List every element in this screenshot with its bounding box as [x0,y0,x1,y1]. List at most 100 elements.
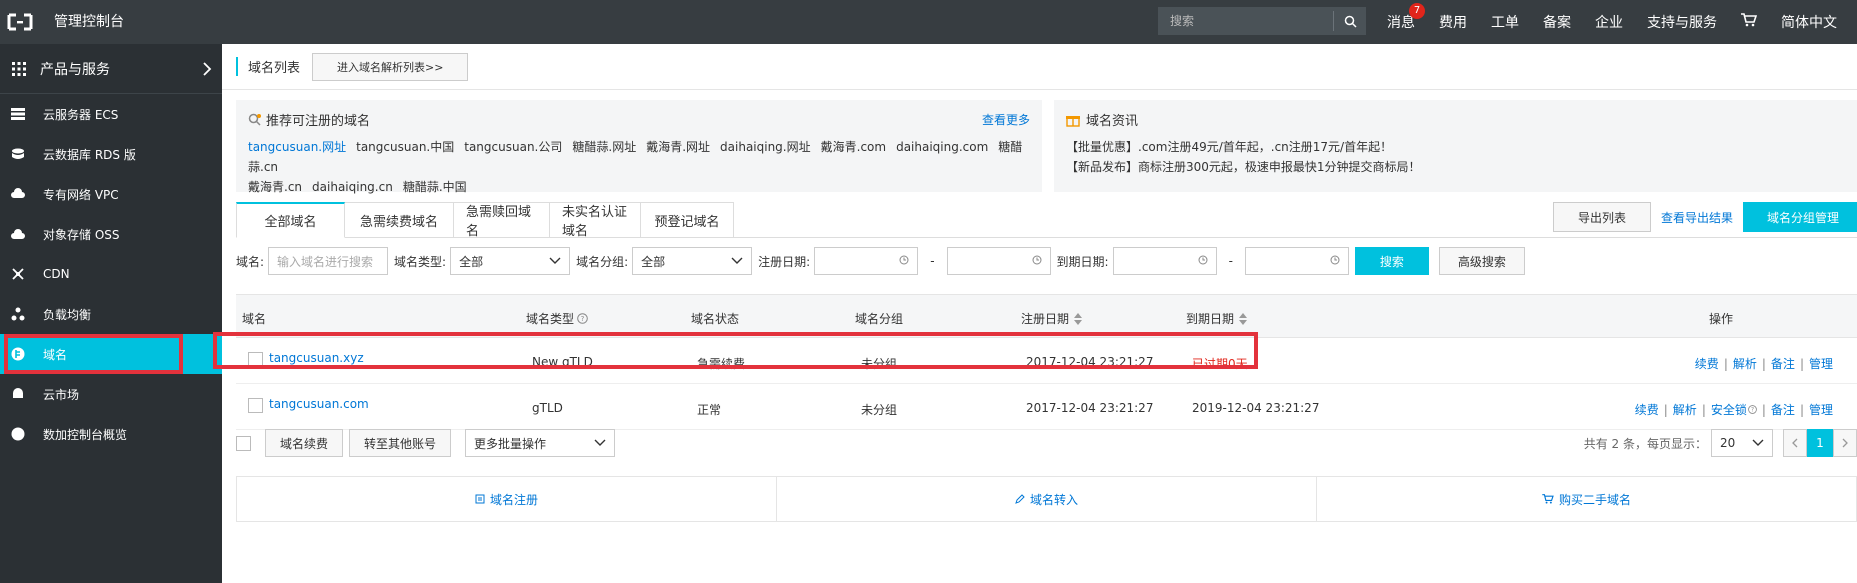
row-checkbox[interactable] [248,398,263,413]
sidebar-item-vpc[interactable]: 专有网络 VPC [0,174,222,214]
sidebar-item-market[interactable]: 云市场 [0,374,222,414]
sidebar-item-rds[interactable]: 云数据库 RDS 版 [0,134,222,174]
reg-date-start[interactable] [814,247,919,275]
news-item[interactable]: 【新品发布】商标注册300元起，极速申报最快1分钟提交商标局！ [1066,157,1845,177]
col-reg-date[interactable]: 注册日期 [1021,310,1083,327]
sidebar-item-dataplus[interactable]: 数加控制台概览 [0,414,222,454]
row-checkbox[interactable] [248,352,263,367]
recommend-domain[interactable]: 戴海青.网址 [646,140,710,154]
recommend-domain[interactable]: daihaiqing.网址 [720,140,811,154]
recommend-domain[interactable]: daihaiqing.com [896,140,988,154]
nav-icp[interactable]: 备案 [1543,12,1571,32]
view-more-link[interactable]: 查看更多 [982,111,1030,128]
next-page-button[interactable] [1833,429,1857,457]
search-button[interactable]: 搜索 [1354,247,1429,275]
sidebar-item-domain[interactable]: 域名 [0,334,222,374]
page-size-select[interactable]: 20 [1711,429,1773,457]
reg-date-end[interactable] [946,247,1051,275]
sidebar-item-ecs[interactable]: 云服务器 ECS [0,94,222,134]
batch-renew-button[interactable]: 域名续费 [265,429,344,457]
help-icon: ? [1748,405,1757,414]
news-card: 域名资讯 【批量优惠】.com注册49元/首年起，.cn注册17元/首年起！ 【… [1054,100,1857,192]
dns-list-button[interactable]: 进入域名解析列表>> [312,52,469,81]
sidebar-item-oss[interactable]: 对象存储 OSS [0,214,222,254]
reg-date-label: 注册日期: [758,254,811,269]
clock-icon [1032,255,1042,265]
resolve-link[interactable]: 解析 [1733,357,1757,371]
renew-link[interactable]: 续费 [1635,403,1659,417]
tab-renew-needed[interactable]: 急需续费域名 [345,202,454,238]
type-select[interactable]: 全部 [450,247,571,275]
top-nav: 消息 7 费用 工单 备案 企业 支持与服务 简体中文 [1375,0,1849,44]
nav-tickets[interactable]: 工单 [1491,12,1519,32]
quick-transfer-in[interactable]: 域名转入 [777,477,1317,521]
remark-link[interactable]: 备注 [1771,403,1795,417]
export-list-button[interactable]: 导出列表 [1552,202,1651,232]
page-number[interactable]: 1 [1807,429,1833,457]
chevron-down-icon [1752,439,1764,446]
chevron-right-icon [192,61,222,76]
nav-language[interactable]: 简体中文 [1781,12,1837,32]
news-item[interactable]: 【批量优惠】.com注册49元/首年起，.cn注册17元/首年起！ [1066,137,1845,157]
console-title[interactable]: 管理控制台 [54,11,124,31]
breadcrumb: 域名列表 进入域名解析列表>> [222,44,1857,90]
col-exp-date[interactable]: 到期日期 [1186,310,1248,327]
recommend-domain[interactable]: 糖醋蒜.网址 [572,140,636,154]
quick-buy-secondhand[interactable]: 购买二手域名 [1317,477,1856,521]
domain-link[interactable]: tangcusuan.xyz [269,351,364,365]
aliyun-logo-icon[interactable] [6,11,34,33]
nav-messages[interactable]: 消息 7 [1387,3,1425,32]
cart-icon[interactable] [1741,13,1758,31]
security-lock-link[interactable]: 安全锁? [1711,403,1757,417]
recommend-domain[interactable]: tangcusuan.公司 [464,140,562,154]
recommend-domain[interactable]: tangcusuan.中国 [356,140,454,154]
view-export-link[interactable]: 查看导出结果 [1661,209,1733,226]
nav-billing[interactable]: 费用 [1439,12,1467,32]
tab-redeem-needed[interactable]: 急需赎回域名 [454,202,550,239]
news-header: 域名资讯 [1066,110,1845,129]
news-title: 域名资讯 [1086,114,1139,129]
chevron-right-icon [1842,438,1848,448]
prev-page-button[interactable] [1783,429,1807,457]
recommend-domain[interactable]: 糖醋蒜.中国 [403,180,467,194]
clock-icon [1330,255,1340,265]
remark-link[interactable]: 备注 [1771,357,1795,371]
advanced-search-button[interactable]: 高级搜索 [1438,247,1525,275]
renew-link[interactable]: 续费 [1695,357,1719,371]
resolve-link[interactable]: 解析 [1673,403,1697,417]
tab-pre-registered[interactable]: 预登记域名 [641,202,734,238]
col-reg-date-label: 注册日期 [1021,312,1070,326]
manage-link[interactable]: 管理 [1809,357,1833,371]
group-select[interactable]: 全部 [632,247,753,275]
recommend-domain[interactable]: 戴海青.cn [248,180,302,194]
search-input[interactable] [1158,7,1333,35]
products-services-menu[interactable]: 产品与服务 [0,44,222,94]
domain-search-input[interactable]: 输入域名进行搜索 [268,247,389,275]
quick-register[interactable]: 域名注册 [237,477,777,521]
help-icon[interactable]: ? [577,313,588,324]
tab-unverified[interactable]: 未实名认证域名 [550,202,641,239]
sidebar-item-cdn[interactable]: CDN [0,254,222,294]
manage-link[interactable]: 管理 [1809,403,1833,417]
exp-date-end[interactable] [1244,247,1349,275]
recommend-domain[interactable]: 戴海青.com [821,140,886,154]
domain-filter-label: 域名: [236,254,265,269]
group-manage-button[interactable]: 域名分组管理 [1742,202,1857,232]
sidebar-item-label: 专有网络 VPC [43,187,119,202]
transfer-account-button[interactable]: 转至其他账号 [349,429,452,457]
recommend-domain[interactable]: daihaiqing.cn [312,180,393,194]
domain-link[interactable]: tangcusuan.com [269,397,369,411]
nav-enterprise[interactable]: 企业 [1595,12,1623,32]
tab-all-domains[interactable]: 全部域名 [236,202,345,238]
nav-support[interactable]: 支持与服务 [1647,12,1717,32]
clock-icon [899,255,909,265]
circle-icon [10,426,26,442]
exp-date-start[interactable] [1112,247,1217,275]
date-separator: - [930,254,935,268]
search-icon[interactable] [1334,7,1366,35]
sidebar-item-slb[interactable]: 负载均衡 [0,294,222,334]
products-services-label: 产品与服务 [40,61,110,78]
more-batch-select[interactable]: 更多批量操作 [465,429,616,457]
select-all-checkbox[interactable] [236,435,251,451]
recommend-domain[interactable]: tangcusuan.网址 [248,140,346,154]
